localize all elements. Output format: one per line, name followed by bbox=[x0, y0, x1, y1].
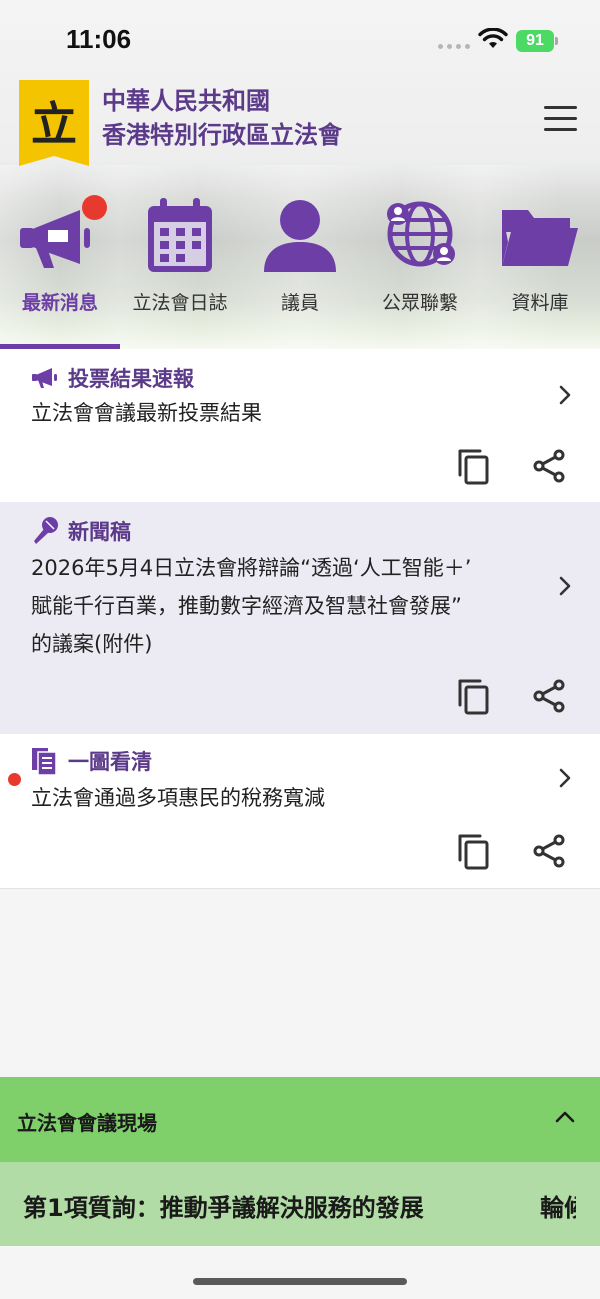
news-card-press-release[interactable]: 新聞稿 2026年5月4日立法會將辯論“透過‘人工智能＋’ 賦能千行百業，推動數… bbox=[0, 502, 600, 734]
person-icon bbox=[264, 200, 336, 272]
unread-dot bbox=[8, 773, 21, 786]
tab-label: 最新消息 bbox=[21, 292, 98, 314]
card-title: 新聞稿 bbox=[68, 520, 131, 544]
tab-council-diary[interactable]: 立法會日誌 bbox=[120, 188, 240, 350]
card-body: 立法會通過多項惠民的稅務寬減 bbox=[31, 779, 325, 817]
share-icon[interactable] bbox=[532, 679, 566, 713]
ticker-current-item: 第1項質詢：推動爭議解決服務的發展 bbox=[23, 1194, 424, 1222]
ticker-next-item: 輪候 bbox=[540, 1194, 576, 1222]
copy-icon[interactable] bbox=[456, 447, 490, 485]
chevron-up-icon[interactable] bbox=[554, 1109, 576, 1125]
tab-label: 議員 bbox=[280, 292, 319, 314]
chevron-right-icon[interactable] bbox=[558, 767, 572, 789]
folder-icon bbox=[502, 210, 578, 266]
card-header: 投票結果速報 bbox=[30, 363, 194, 393]
card-body: 2026年5月4日立法會將辯論“透過‘人工智能＋’ 賦能千行百業，推動數字經濟及… bbox=[31, 549, 471, 663]
org-title: 中華人民共和國 香港特別行政區立法會 bbox=[102, 84, 342, 152]
battery-level: 91 bbox=[516, 30, 554, 52]
microphone-icon bbox=[34, 517, 58, 544]
tab-label: 公眾聯繫 bbox=[381, 292, 458, 314]
news-card-infographic[interactable]: 一圖看清 立法會通過多項惠民的稅務寬減 bbox=[0, 734, 600, 888]
globe-people-icon bbox=[387, 201, 455, 267]
chevron-right-icon[interactable] bbox=[558, 575, 572, 597]
news-card-vote-results[interactable]: 投票結果速報 立法會會議最新投票結果 bbox=[0, 349, 600, 502]
status-bar: 11:06 91 bbox=[0, 0, 600, 80]
tab-members[interactable]: 議員 bbox=[240, 188, 360, 350]
share-icon[interactable] bbox=[532, 449, 566, 483]
battery-icon: 91 bbox=[516, 30, 558, 52]
live-meeting-bar[interactable]: 立法會會議現場 bbox=[0, 1077, 600, 1162]
share-icon[interactable] bbox=[532, 834, 566, 868]
tab-database[interactable]: 資料庫 bbox=[480, 188, 600, 350]
card-header: 新聞稿 bbox=[30, 516, 131, 546]
wifi-icon bbox=[478, 28, 508, 48]
divider bbox=[0, 888, 600, 889]
org-title-line1: 中華人民共和國 bbox=[102, 87, 270, 115]
tab-public-contact[interactable]: 公眾聯繫 bbox=[360, 188, 480, 350]
card-header: 一圖看清 bbox=[30, 746, 152, 776]
chevron-right-icon[interactable] bbox=[558, 384, 572, 406]
copy-icon[interactable] bbox=[456, 832, 490, 870]
megaphone-icon bbox=[32, 368, 57, 388]
calendar-icon bbox=[148, 198, 212, 272]
card-body-line: 立法會會議最新投票結果 bbox=[31, 401, 262, 425]
live-ticker[interactable]: 第1項質詢：推動爭議解決服務的發展 輪候 bbox=[0, 1162, 600, 1246]
status-time: 11:06 bbox=[66, 24, 132, 54]
logo-mark: 立 bbox=[31, 97, 77, 151]
tab-label: 資料庫 bbox=[511, 292, 569, 314]
home-indicator[interactable] bbox=[193, 1278, 407, 1285]
card-title: 一圖看清 bbox=[68, 750, 152, 774]
card-body-line: 的議案(附件) bbox=[31, 632, 153, 656]
card-body: 立法會會議最新投票結果 bbox=[31, 394, 262, 432]
card-title: 投票結果速報 bbox=[68, 367, 194, 391]
card-body-line: 立法會通過多項惠民的稅務寬減 bbox=[31, 786, 325, 810]
documents-icon bbox=[32, 748, 57, 776]
card-body-line: 賦能千行百業，推動數字經濟及智慧社會發展” bbox=[31, 594, 462, 618]
copy-icon[interactable] bbox=[456, 677, 490, 715]
cellular-signal-icon bbox=[438, 44, 470, 49]
notification-dot bbox=[82, 195, 107, 220]
hamburger-menu-icon[interactable] bbox=[544, 106, 580, 134]
card-body-line: 2026年5月4日立法會將辯論“透過‘人工智能＋’ bbox=[31, 556, 472, 580]
live-meeting-title: 立法會會議現場 bbox=[17, 1111, 157, 1135]
legco-logo[interactable]: 立 bbox=[19, 80, 89, 166]
org-title-line2: 香港特別行政區立法會 bbox=[102, 121, 342, 149]
tab-label: 立法會日誌 bbox=[132, 292, 228, 314]
